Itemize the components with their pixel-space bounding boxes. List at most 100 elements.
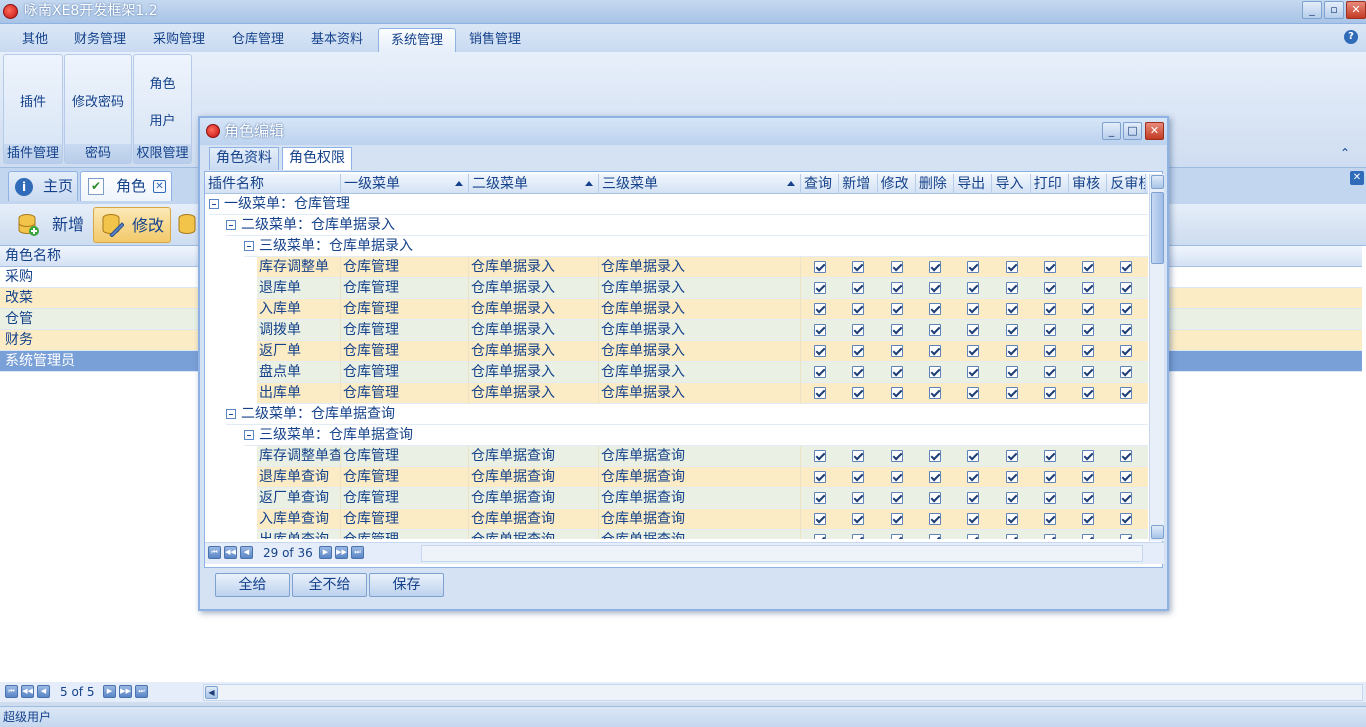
tab-finance[interactable]: 财务管理 xyxy=(62,28,138,52)
permission-checkbox[interactable] xyxy=(1043,513,1056,525)
permission-checkbox[interactable] xyxy=(1043,387,1056,399)
permission-checkbox[interactable] xyxy=(1082,471,1095,483)
column-header[interactable]: 新增 xyxy=(839,174,878,194)
role-button[interactable]: 角色 xyxy=(134,73,191,92)
tab-role-info[interactable]: 角色资料 xyxy=(209,147,279,170)
edit-button[interactable]: 修改 xyxy=(93,207,171,243)
database-delete-icon[interactable] xyxy=(178,213,200,237)
table-row[interactable]: 退库单查询 仓库管理 仓库单据查询 仓库单据查询 xyxy=(257,467,1148,488)
permission-checkbox[interactable] xyxy=(928,324,941,336)
permission-checkbox[interactable] xyxy=(967,534,980,539)
permission-checkbox[interactable] xyxy=(890,303,903,315)
permission-checkbox[interactable] xyxy=(967,303,980,315)
permission-checkbox[interactable] xyxy=(1120,513,1133,525)
close-button[interactable]: ✕ xyxy=(1346,1,1366,19)
collapse-icon[interactable] xyxy=(226,409,236,419)
column-header[interactable]: 二级菜单 xyxy=(469,174,599,194)
permission-checkbox[interactable] xyxy=(1120,471,1133,483)
scroll-thumb[interactable] xyxy=(1151,192,1164,264)
table-row[interactable]: 入库单 仓库管理 仓库单据录入 仓库单据录入 xyxy=(257,299,1148,320)
permission-checkbox[interactable] xyxy=(1005,303,1018,315)
permission-checkbox[interactable] xyxy=(890,387,903,399)
tab-system[interactable]: 系统管理 xyxy=(378,28,457,52)
scroll-left-icon[interactable]: ◀ xyxy=(205,686,218,699)
permission-checkbox[interactable] xyxy=(1082,387,1095,399)
column-header[interactable]: 三级菜单 xyxy=(599,174,801,194)
table-row[interactable]: 出库单 仓库管理 仓库单据录入 仓库单据录入 xyxy=(257,383,1148,404)
tab-basic-data[interactable]: 基本资料 xyxy=(299,28,375,52)
user-button[interactable]: 用户 xyxy=(134,110,191,129)
permission-checkbox[interactable] xyxy=(1005,345,1018,357)
table-row[interactable]: 返厂单查询 仓库管理 仓库单据查询 仓库单据查询 xyxy=(257,488,1148,509)
doc-tab-role[interactable]: ✔ 角色 ✕ xyxy=(80,171,172,201)
column-header[interactable]: 修改 xyxy=(878,174,916,194)
permission-checkbox[interactable] xyxy=(1043,492,1056,504)
permission-checkbox[interactable] xyxy=(1120,366,1133,378)
prev-page-icon[interactable]: ◀ xyxy=(37,685,50,698)
tree-group-row[interactable]: 二级菜单：仓库单据查询 xyxy=(226,404,1148,425)
permission-checkbox[interactable] xyxy=(1043,303,1056,315)
permission-checkbox[interactable] xyxy=(852,387,865,399)
column-header[interactable]: 导出 xyxy=(954,174,993,194)
table-row[interactable]: 返厂单 仓库管理 仓库单据录入 仓库单据录入 xyxy=(257,341,1148,362)
column-header[interactable]: 导入 xyxy=(993,174,1031,194)
permission-checkbox[interactable] xyxy=(1043,261,1056,273)
prev-page-fast-icon[interactable]: ◀◀ xyxy=(224,546,237,559)
collapse-icon[interactable] xyxy=(244,241,254,251)
permission-checkbox[interactable] xyxy=(814,303,826,315)
next-page-icon[interactable]: ▶ xyxy=(103,685,116,698)
ribbon-collapse-icon[interactable]: ⌃ xyxy=(1340,146,1350,160)
permission-checkbox[interactable] xyxy=(852,450,865,462)
permission-checkbox[interactable] xyxy=(1043,450,1056,462)
collapse-icon[interactable] xyxy=(244,430,254,440)
column-header[interactable]: 查询 xyxy=(801,174,840,194)
permission-checkbox[interactable] xyxy=(928,282,941,294)
permission-checkbox[interactable] xyxy=(852,513,865,525)
permission-checkbox[interactable] xyxy=(928,513,941,525)
permission-checkbox[interactable] xyxy=(928,345,941,357)
permission-checkbox[interactable] xyxy=(1005,324,1018,336)
permission-checkbox[interactable] xyxy=(814,450,826,462)
permission-checkbox[interactable] xyxy=(967,513,980,525)
permission-checkbox[interactable] xyxy=(814,471,826,483)
horizontal-scrollbar[interactable]: ◀ xyxy=(203,684,1363,701)
table-row[interactable]: 退库单 仓库管理 仓库单据录入 仓库单据录入 xyxy=(257,278,1148,299)
collapse-icon[interactable] xyxy=(226,220,236,230)
permission-checkbox[interactable] xyxy=(1120,261,1133,273)
permission-checkbox[interactable] xyxy=(852,345,865,357)
permission-checkbox[interactable] xyxy=(967,492,980,504)
permission-checkbox[interactable] xyxy=(890,324,903,336)
permission-checkbox[interactable] xyxy=(890,261,903,273)
permission-checkbox[interactable] xyxy=(890,492,903,504)
tree-group-row[interactable]: 二级菜单：仓库单据录入 xyxy=(226,215,1148,236)
permission-checkbox[interactable] xyxy=(967,366,980,378)
permission-checkbox[interactable] xyxy=(1082,534,1095,539)
add-button[interactable]: 新增 xyxy=(6,207,90,243)
permission-checkbox[interactable] xyxy=(928,303,941,315)
close-tab-icon[interactable]: ✕ xyxy=(153,180,166,193)
prev-page-fast-icon[interactable]: ◀◀ xyxy=(21,685,34,698)
scroll-down-icon[interactable] xyxy=(1151,525,1164,539)
permission-checkbox[interactable] xyxy=(928,261,941,273)
permission-checkbox[interactable] xyxy=(928,492,941,504)
doc-tab-home[interactable]: i 主页 xyxy=(8,171,78,201)
permission-checkbox[interactable] xyxy=(1082,261,1095,273)
tree-group-row[interactable]: 一级菜单：仓库管理 xyxy=(209,194,1148,215)
plugin-button[interactable]: 插件 xyxy=(4,91,62,110)
permission-checkbox[interactable] xyxy=(928,387,941,399)
permission-checkbox[interactable] xyxy=(1082,513,1095,525)
permission-checkbox[interactable] xyxy=(967,450,980,462)
permission-checkbox[interactable] xyxy=(852,492,865,504)
column-header[interactable]: 插件名称 xyxy=(205,174,341,194)
revoke-all-button[interactable]: 全不给 xyxy=(292,573,367,597)
vertical-scrollbar[interactable] xyxy=(1149,174,1164,541)
permission-checkbox[interactable] xyxy=(814,282,826,294)
permission-checkbox[interactable] xyxy=(814,345,826,357)
permission-checkbox[interactable] xyxy=(1120,324,1133,336)
permission-checkbox[interactable] xyxy=(1005,282,1018,294)
permission-checkbox[interactable] xyxy=(1043,471,1056,483)
permission-checkbox[interactable] xyxy=(967,261,980,273)
permission-checkbox[interactable] xyxy=(852,261,865,273)
permission-checkbox[interactable] xyxy=(814,492,826,504)
table-row[interactable]: 盘点单 仓库管理 仓库单据录入 仓库单据录入 xyxy=(257,362,1148,383)
